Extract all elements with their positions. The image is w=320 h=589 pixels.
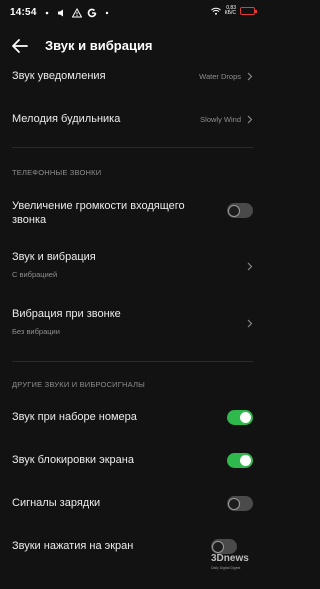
warning-icon [71, 7, 82, 17]
charge-signals-title: Сигналы зарядки [12, 497, 101, 509]
divider [12, 147, 253, 148]
status-bar: 14:54 0,83 КБ/С [0, 0, 265, 26]
toggle-knob [213, 541, 223, 552]
sound-vibration-subtitle: С вибрацией [12, 270, 58, 279]
ring-vibration-title: Вибрация при звонке [12, 308, 121, 320]
dial-sound-toggle[interactable] [227, 410, 253, 425]
increase-volume-toggle[interactable] [227, 203, 253, 218]
lock-sound-row[interactable]: Звук блокировки экрана [0, 450, 265, 472]
watermark-subtext: Daily Digital Digest [211, 566, 241, 570]
alarm-melody-value: Slowly Wind [200, 115, 241, 124]
section-title-other: ДРУГИЕ ЗВУКИ И ВИБРОСИГНАЛЫ [12, 380, 145, 389]
dial-sound-title: Звук при наборе номера [12, 411, 137, 423]
status-right: 0,83 КБ/С [210, 6, 257, 16]
chevron-right-icon [247, 319, 253, 328]
wifi-icon [210, 7, 221, 15]
increase-volume-title-line1: Увеличение громкости входящего [12, 200, 185, 212]
dial-sound-row[interactable]: Звук при наборе номера [0, 407, 265, 429]
notification-sound-title: Звук уведомления [12, 70, 106, 82]
ring-vibration-subtitle: Без вибрации [12, 327, 60, 336]
charge-signals-toggle[interactable] [227, 496, 253, 511]
notification-sound-row[interactable]: Звук уведомления Water Drops [0, 62, 265, 90]
dot-icon [45, 11, 48, 14]
network-speed: 0,83 КБ/С [225, 6, 236, 16]
page-title: Звук и вибрация [45, 38, 153, 53]
toggle-knob [229, 498, 239, 509]
sound-vibration-row[interactable]: Звук и вибрация С вибрацией [0, 248, 265, 282]
section-title-calls: ТЕЛЕФОННЫЕ ЗВОНКИ [12, 168, 102, 177]
more-dot-icon [105, 11, 108, 14]
sound-vibration-title: Звук и вибрация [12, 251, 96, 263]
watermark-logo: 3Dnews Daily Digital Digest [211, 553, 259, 579]
chevron-right-icon [247, 262, 253, 271]
increase-volume-title: Увеличение громкости входящего звонка [12, 199, 185, 227]
divider [12, 361, 253, 362]
chevron-right-icon [247, 72, 253, 81]
toggle-knob [240, 455, 251, 466]
charge-signals-row[interactable]: Сигналы зарядки [0, 493, 265, 515]
alarm-melody-row[interactable]: Мелодия будильника Slowly Wind [0, 105, 265, 133]
network-speed-unit: КБ/С [224, 10, 236, 16]
status-left: 14:54 [10, 7, 112, 18]
watermark-text: 3Dnews [211, 553, 249, 564]
speaker-icon [57, 9, 63, 16]
toggle-knob [229, 205, 239, 216]
chevron-right-icon [247, 115, 253, 124]
lock-sound-toggle[interactable] [227, 453, 253, 468]
notification-sound-value: Water Drops [199, 72, 241, 81]
ring-vibration-row[interactable]: Вибрация при звонке Без вибрации [0, 305, 265, 339]
touch-sounds-toggle[interactable] [211, 539, 237, 554]
increase-volume-row[interactable]: Увеличение громкости входящего звонка [0, 196, 265, 230]
status-time: 14:54 [10, 7, 37, 18]
increase-volume-title-line2: звонка [12, 214, 47, 226]
toggle-knob [240, 412, 251, 423]
battery-icon [240, 7, 257, 15]
touch-sounds-title: Звуки нажатия на экран [12, 540, 134, 552]
google-icon [87, 8, 96, 17]
alarm-melody-title: Мелодия будильника [12, 113, 121, 125]
lock-sound-title: Звук блокировки экрана [12, 454, 134, 466]
back-arrow-icon[interactable] [9, 35, 31, 57]
header: Звук и вибрация [0, 30, 265, 62]
